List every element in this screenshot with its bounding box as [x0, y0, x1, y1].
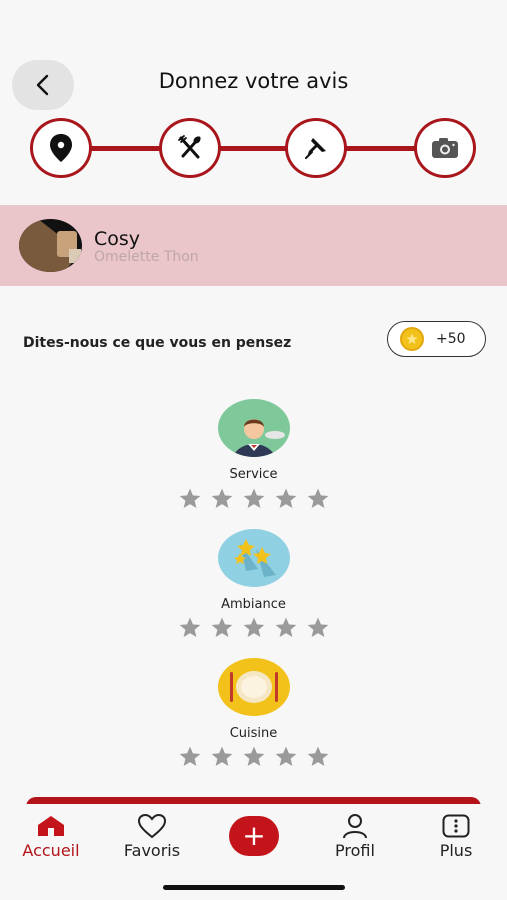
star-icon[interactable]	[242, 745, 266, 769]
restaurant-name: Cosy	[94, 228, 141, 250]
step-dish[interactable]	[159, 118, 221, 178]
user-icon	[343, 814, 367, 839]
step-photo[interactable]	[414, 118, 476, 178]
dish-name: Omelette Thon	[94, 249, 199, 265]
star-icon[interactable]	[274, 487, 298, 511]
star-icon[interactable]	[178, 745, 202, 769]
star-icon[interactable]	[210, 616, 234, 640]
rating-stars-service[interactable]	[178, 487, 330, 511]
star-icon[interactable]	[274, 616, 298, 640]
sparkles-icon	[218, 529, 290, 587]
location-pin-icon	[50, 134, 72, 162]
star-icon[interactable]	[306, 745, 330, 769]
heart-icon	[137, 813, 167, 839]
feedback-prompt: Dites-nous ce que vous en pensez	[23, 335, 292, 351]
tab-more[interactable]: Plus	[411, 812, 501, 868]
tab-home-label: Accueil	[22, 841, 80, 860]
tab-favorites-label: Favoris	[123, 841, 181, 860]
fork-knife-icon	[178, 135, 201, 159]
step-location[interactable]	[30, 118, 92, 178]
tab-profile[interactable]: Profil	[310, 812, 400, 868]
star-icon[interactable]	[178, 616, 202, 640]
star-icon[interactable]	[178, 487, 202, 511]
pushpin-icon	[305, 138, 326, 159]
tab-more-label: Plus	[439, 841, 473, 860]
progress-line	[60, 146, 448, 151]
rating-stars-cuisine[interactable]	[178, 745, 330, 769]
home-icon	[38, 816, 64, 836]
home-indicator	[163, 885, 345, 890]
criterion-label-cuisine: Cuisine	[229, 726, 278, 741]
more-icon	[442, 814, 470, 838]
page-title: Donnez votre avis	[158, 69, 349, 93]
star-icon[interactable]	[306, 616, 330, 640]
rating-stars-ambiance[interactable]	[178, 616, 330, 640]
criterion-label-ambiance: Ambiance	[221, 597, 286, 612]
tab-favorites[interactable]: Favoris	[107, 812, 197, 868]
restaurant-banner	[0, 205, 507, 286]
points-badge: +50	[387, 321, 486, 357]
waiter-icon	[218, 399, 290, 457]
star-icon[interactable]	[242, 616, 266, 640]
tab-profile-label: Profil	[335, 841, 375, 860]
add-button[interactable]: +	[229, 816, 279, 856]
progress-steps	[30, 118, 478, 180]
star-icon[interactable]	[210, 487, 234, 511]
coin-icon	[400, 327, 424, 351]
tab-home[interactable]: Accueil	[6, 812, 96, 868]
star-icon[interactable]	[242, 487, 266, 511]
restaurant-avatar	[19, 219, 82, 272]
plus-icon: +	[242, 819, 266, 852]
star-icon[interactable]	[274, 745, 298, 769]
star-icon[interactable]	[210, 745, 234, 769]
criterion-label-service: Service	[229, 467, 278, 482]
star-icon[interactable]	[306, 487, 330, 511]
camera-icon	[432, 138, 458, 158]
plate-icon	[218, 658, 290, 716]
step-pin[interactable]	[285, 118, 347, 178]
points-value: +50	[436, 331, 466, 347]
